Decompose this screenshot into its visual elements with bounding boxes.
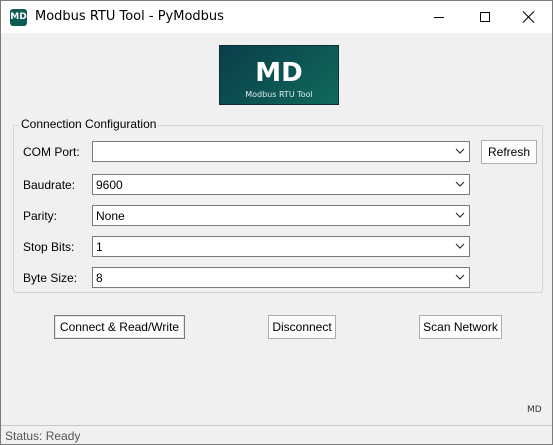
parity-label: Parity: xyxy=(23,209,58,223)
baudrate-value: 9600 xyxy=(96,178,123,192)
app-icon: MD xyxy=(10,9,27,26)
baudrate-select[interactable]: 9600 xyxy=(92,174,470,195)
logo-title: MD xyxy=(255,58,303,88)
byte-size-select[interactable]: 8 xyxy=(92,267,470,288)
minimize-icon xyxy=(434,16,444,18)
parity-select[interactable]: None xyxy=(92,205,470,226)
chevron-down-icon xyxy=(455,210,465,220)
com-port-label: COM Port: xyxy=(23,145,80,159)
chevron-down-icon xyxy=(455,272,465,282)
byte-size-value: 8 xyxy=(96,271,103,285)
com-port-select[interactable] xyxy=(92,141,470,162)
close-icon xyxy=(523,11,535,23)
close-button[interactable] xyxy=(506,1,552,33)
status-bar: Status: Ready xyxy=(1,425,552,444)
maximize-button[interactable] xyxy=(462,1,508,33)
stop-bits-label: Stop Bits: xyxy=(23,240,75,254)
scan-network-button[interactable]: Scan Network xyxy=(419,315,502,339)
minimize-button[interactable] xyxy=(416,1,462,33)
title-bar[interactable]: MD Modbus RTU Tool - PyModbus xyxy=(1,1,552,33)
chevron-down-icon xyxy=(455,179,465,189)
disconnect-button[interactable]: Disconnect xyxy=(268,315,336,339)
app-logo: MD Modbus RTU Tool xyxy=(219,45,339,105)
window-title: Modbus RTU Tool - PyModbus xyxy=(35,9,224,24)
byte-size-label: Byte Size: xyxy=(23,271,78,285)
stop-bits-select[interactable]: 1 xyxy=(92,236,470,257)
corner-label: MD xyxy=(527,405,542,415)
connection-config-title: Connection Configuration xyxy=(19,117,159,131)
status-text: Status: Ready xyxy=(5,429,81,443)
baudrate-label: Baudrate: xyxy=(23,178,76,192)
logo-subtitle: Modbus RTU Tool xyxy=(245,90,313,99)
maximize-icon xyxy=(480,12,490,22)
connect-read-write-button[interactable]: Connect & Read/Write xyxy=(54,315,185,339)
stop-bits-value: 1 xyxy=(96,240,103,254)
chevron-down-icon xyxy=(455,146,465,156)
chevron-down-icon xyxy=(455,241,465,251)
main-window: MD Modbus RTU Tool - PyModbus MD Modbus … xyxy=(0,0,553,445)
refresh-button[interactable]: Refresh xyxy=(481,140,537,164)
parity-value: None xyxy=(96,209,125,223)
